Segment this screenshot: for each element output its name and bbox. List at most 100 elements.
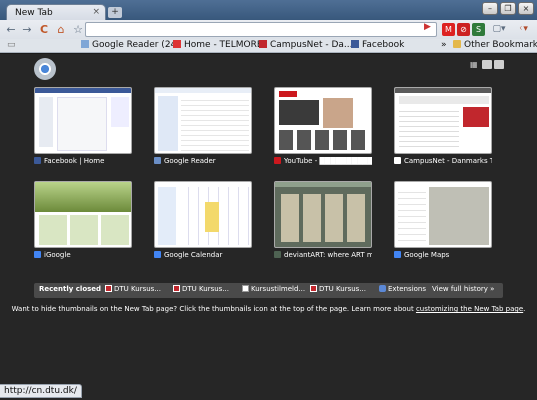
other-bookmarks-button[interactable]: Other Bookmarks	[453, 40, 537, 50]
tab-title: New Tab	[15, 8, 53, 18]
tab-new-tab[interactable]: New Tab ×	[6, 4, 106, 21]
thumb-title-text: iGoogle	[44, 251, 71, 259]
thumbnail-google-calendar[interactable]	[154, 181, 252, 248]
hint-end: .	[523, 305, 526, 313]
thumb-title-text: Google Calendar	[164, 251, 223, 259]
thumb-sidebar	[39, 97, 53, 147]
thumbnail-youtube[interactable]	[274, 87, 372, 154]
options-menu-icon[interactable]	[494, 60, 504, 69]
thumbnail-title[interactable]: iGoogle	[34, 251, 132, 259]
extension-stop-icon[interactable]: ⊘	[457, 23, 470, 36]
new-tab-page: ▦ Facebook | Home Google Reader YouTube …	[0, 54, 537, 400]
thumb-header	[395, 88, 491, 93]
view-full-history-link[interactable]: View full history »	[432, 285, 494, 293]
bookmark-google-reader[interactable]: Google Reader (24)	[81, 40, 180, 50]
thumb-map	[429, 187, 489, 245]
minimize-button[interactable]: –	[482, 2, 498, 15]
browser-toolbar: ← → C ⌂ ☆ ▶ M ⊘ S ▢▾ ᚲ▾	[0, 20, 537, 39]
bookmark-label: Home - TELMORE	[184, 40, 263, 50]
dtu-favicon-icon	[173, 285, 180, 292]
bookmark-label: CampusNet - Da...	[270, 40, 353, 50]
telmore-icon	[173, 40, 181, 48]
facebook-favicon-icon	[34, 157, 41, 164]
thumbnail-facebook[interactable]	[34, 87, 132, 154]
recently-closed-item[interactable]: Kursustilmeld...	[242, 285, 305, 293]
recently-closed-item[interactable]: DTU Kursus...	[310, 285, 366, 293]
status-bubble: http://cn.dtu.dk/	[0, 384, 82, 398]
reload-button[interactable]: C	[36, 22, 52, 37]
deviantart-favicon-icon	[274, 251, 281, 258]
thumbnail-google-reader[interactable]	[154, 87, 252, 154]
page-favicon-icon	[242, 285, 249, 292]
thumb-title-text: deviantART: where ART me...	[284, 251, 372, 259]
thumb-header	[35, 88, 131, 93]
recently-closed-item[interactable]: DTU Kursus...	[173, 285, 229, 293]
page-menu-button[interactable]: ▢▾	[488, 22, 510, 37]
extension-gmail-icon[interactable]: M	[442, 23, 455, 36]
dtu-favicon-icon	[310, 285, 317, 292]
wrench-menu-button[interactable]: ᚲ▾	[512, 22, 534, 37]
thumb-title-text: Google Reader	[164, 157, 216, 165]
bookmark-label: Facebook	[362, 40, 405, 50]
window-titlebar: New Tab × + – ❐ ×	[0, 0, 537, 21]
extension-green-icon[interactable]: S	[472, 23, 485, 36]
thumb-list	[399, 107, 459, 151]
bookmarks-overflow-button[interactable]: »	[441, 40, 447, 50]
thumbnail-title[interactable]: Google Maps	[394, 251, 492, 259]
forward-button[interactable]: →	[19, 22, 35, 37]
tab-close-icon[interactable]: ×	[92, 7, 100, 17]
google-reader-favicon-icon	[154, 157, 161, 164]
back-button[interactable]: ←	[3, 22, 19, 37]
thumb-panel	[111, 97, 129, 127]
home-button[interactable]: ⌂	[53, 22, 69, 37]
youtube-favicon-icon	[274, 157, 281, 164]
customize-ntp-link[interactable]: customizing the New Tab page	[416, 305, 523, 313]
thumb-sidebar	[158, 187, 176, 245]
thumbnail-title[interactable]: Facebook | Home	[34, 157, 132, 165]
youtube-logo-icon	[279, 91, 297, 97]
google-calendar-favicon-icon	[154, 251, 161, 258]
thumb-video	[279, 100, 319, 125]
thumb-results	[398, 187, 426, 245]
thumb-banner	[35, 182, 131, 212]
thumbnail-title[interactable]: Google Calendar	[154, 251, 252, 259]
google-reader-icon	[81, 40, 89, 48]
thumbnails-view-icon[interactable]: ▦	[470, 60, 480, 69]
bookmark-campusnet[interactable]: CampusNet - Da...	[259, 40, 352, 50]
bookmark-star-icon[interactable]: ☆	[70, 22, 86, 37]
thumb-feed	[57, 97, 107, 151]
maximize-button[interactable]: ❐	[500, 2, 516, 15]
thumbnail-title[interactable]: deviantART: where ART me...	[274, 251, 372, 259]
list-view-icon[interactable]	[482, 60, 492, 69]
bookmark-facebook[interactable]: Facebook	[351, 40, 404, 50]
thumb-gadgets	[39, 215, 129, 245]
thumb-image	[323, 98, 353, 128]
igoogle-favicon-icon	[34, 251, 41, 258]
thumbnail-title[interactable]: CampusNet - Danmarks Tek...	[394, 157, 492, 165]
thumbnail-title[interactable]: YouTube - ████████████You...	[274, 157, 372, 165]
thumbnail-igoogle[interactable]	[34, 181, 132, 248]
bookmark-blank-icon[interactable]: ▭	[7, 40, 16, 50]
campusnet-favicon-icon	[394, 157, 401, 164]
thumb-list	[181, 96, 249, 151]
thumbnail-deviantart[interactable]	[274, 181, 372, 248]
dtu-favicon-icon	[105, 285, 112, 292]
close-window-button[interactable]: ×	[518, 2, 534, 15]
address-bar-input[interactable]	[85, 22, 437, 37]
facebook-icon	[351, 40, 359, 48]
recently-closed-item[interactable]: DTU Kursus...	[105, 285, 161, 293]
extensions-link[interactable]: Extensions	[379, 285, 426, 293]
thumb-grid	[279, 130, 369, 150]
thumb-event	[205, 202, 219, 232]
thumbnail-campusnet[interactable]	[394, 87, 492, 154]
thumbnail-google-maps[interactable]	[394, 181, 492, 248]
thumbnail-title[interactable]: Google Reader	[154, 157, 252, 165]
campusnet-icon	[259, 40, 267, 48]
new-tab-button[interactable]: +	[108, 7, 122, 18]
go-button[interactable]: ▶	[424, 22, 431, 32]
thumbnails-hint: Want to hide thumbnails on the New Tab p…	[0, 305, 537, 313]
thumb-banner	[399, 96, 489, 104]
recently-closed-title: Recently closed	[39, 285, 102, 293]
bookmarks-bar: ▭ Google Reader (24) Home - TELMORE Camp…	[0, 39, 537, 53]
bookmark-telmore[interactable]: Home - TELMORE	[173, 40, 263, 50]
